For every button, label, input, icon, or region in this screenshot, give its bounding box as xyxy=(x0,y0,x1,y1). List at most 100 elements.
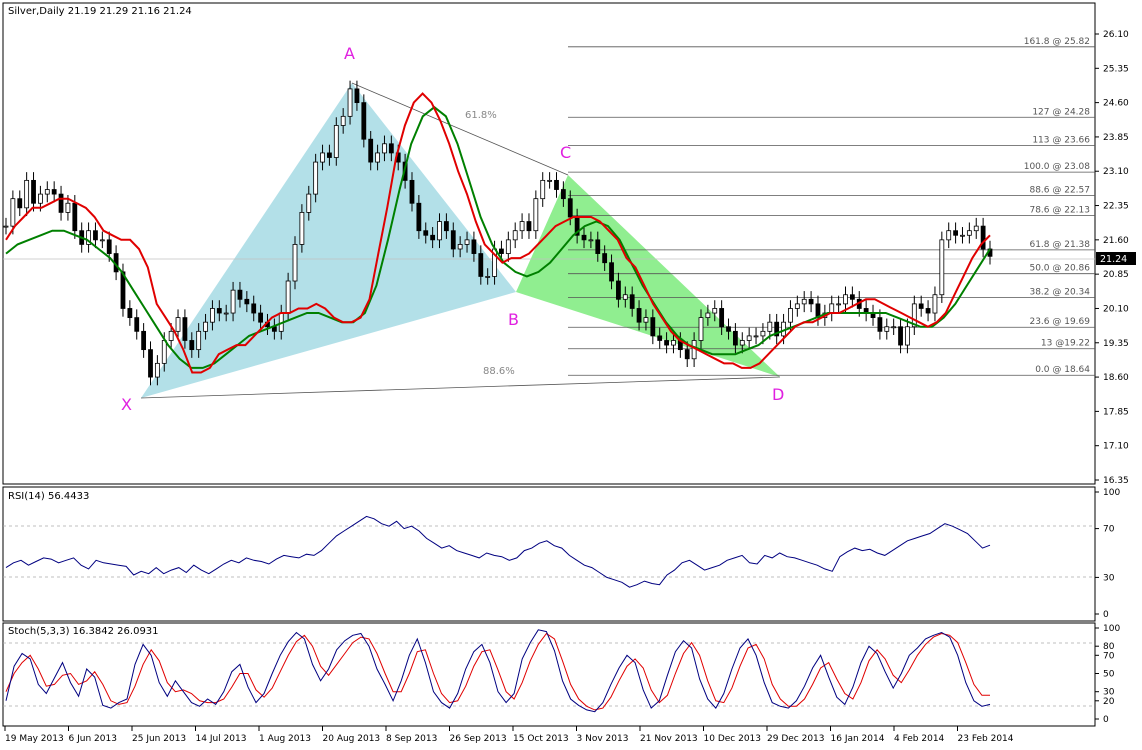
fib-label: 23.6 @ 19.69 xyxy=(1029,317,1090,327)
trading-chart[interactable]: 161.8 @ 25.82 127 @ 24.28 113 @ 23.66 100.0… xyxy=(0,0,1142,746)
date-label: 19 May 2013 xyxy=(5,734,64,744)
candle-body xyxy=(595,239,601,254)
candle-body xyxy=(182,317,188,341)
candle-body xyxy=(443,221,449,232)
candle-body xyxy=(361,102,367,140)
date-label: 6 Jun 2013 xyxy=(69,734,117,744)
candle-body xyxy=(99,239,105,242)
candle-body xyxy=(134,317,140,332)
price-tick-label: 25.35 xyxy=(1103,64,1129,74)
candle-body xyxy=(671,340,676,346)
point-label-a: A xyxy=(344,44,355,63)
price-tick-label: 21.60 xyxy=(1103,236,1129,246)
date-label: 21 Nov 2013 xyxy=(640,734,698,744)
date-label: 16 Jan 2014 xyxy=(831,734,885,744)
candle-body xyxy=(161,340,167,364)
candle-body xyxy=(127,308,133,319)
candle-body xyxy=(891,326,897,329)
candle-body xyxy=(31,179,36,204)
price-tick-label: 20.10 xyxy=(1103,304,1129,314)
price-tick-label: 16.35 xyxy=(1103,476,1129,486)
candle-body xyxy=(932,294,938,314)
candle-body xyxy=(141,330,147,351)
fib-label: 61.8 @ 21.38 xyxy=(1029,240,1090,250)
candle-body xyxy=(175,317,181,332)
candle-body xyxy=(478,253,484,277)
date-label: 3 Nov 2013 xyxy=(577,734,629,744)
candle-body xyxy=(581,234,587,241)
candle-body xyxy=(843,294,848,305)
candle-body xyxy=(554,179,559,190)
candle-body xyxy=(24,179,30,209)
candle-body xyxy=(154,362,160,378)
stoch-tick-label: 50 xyxy=(1103,670,1115,680)
price-tick-label: 23.85 xyxy=(1103,133,1129,143)
fib-label: 100.0 @ 23.08 xyxy=(1024,162,1091,172)
candle-body xyxy=(457,244,463,250)
candle-body xyxy=(10,198,16,227)
candle-body xyxy=(808,298,814,305)
candle-body xyxy=(382,143,387,154)
price-tick-label: 20.85 xyxy=(1103,270,1129,280)
candle-body xyxy=(829,303,835,314)
rsi-panel-frame xyxy=(2,486,1096,622)
candle-body xyxy=(196,330,202,351)
candle-body xyxy=(905,326,910,346)
candle-body xyxy=(464,239,470,245)
price-tick-label: 24.60 xyxy=(1103,99,1129,109)
fib-label: 0.0 @ 18.64 xyxy=(1035,365,1090,375)
candle-body xyxy=(540,179,546,200)
price-tick-label: 17.85 xyxy=(1103,407,1129,417)
date-label: 25 Jun 2013 xyxy=(132,734,186,744)
candle-body xyxy=(622,294,628,300)
candle-body xyxy=(732,330,738,346)
candle-body xyxy=(973,225,979,232)
candle-body xyxy=(753,335,759,338)
stoch-tick-label: 20 xyxy=(1103,697,1115,707)
candle-body xyxy=(409,179,415,204)
candle-body xyxy=(230,289,236,314)
candle-body xyxy=(547,179,553,182)
ratio-label-xd: 88.6% xyxy=(483,366,515,377)
candle-body xyxy=(836,303,842,306)
ratio-label-ac: 61.8% xyxy=(465,110,497,121)
candle-body xyxy=(560,189,566,200)
candle-body xyxy=(794,303,800,309)
candle-body xyxy=(368,138,374,163)
candle-body xyxy=(285,280,291,314)
candle-body xyxy=(918,303,924,309)
candle-body xyxy=(93,230,98,241)
date-label: 29 Dec 2013 xyxy=(767,734,825,744)
candle-body xyxy=(719,308,725,328)
candle-body xyxy=(485,276,491,278)
fib-label: 88.6 @ 22.57 xyxy=(1029,185,1090,195)
rsi-panel-header: RSI(14) 56.4433 xyxy=(8,491,89,502)
date-axis: 19 May 2013 6 Jun 2013 25 Jun 2013 14 Jul 2… xyxy=(4,726,1014,744)
date-label: 26 Sep 2013 xyxy=(450,734,507,744)
candle-body xyxy=(148,349,153,378)
stoch-panel-header: Stoch(5,3,3) 16.3842 26.0931 xyxy=(8,626,159,637)
candle-body xyxy=(953,230,958,236)
candle-body xyxy=(849,294,855,300)
candle-body xyxy=(375,152,380,163)
date-label: 10 Dec 2013 xyxy=(704,734,762,744)
point-label-d: D xyxy=(772,385,784,404)
candle-body xyxy=(106,239,112,254)
point-label-x: X xyxy=(121,395,132,414)
fib-label: 127 @ 24.28 xyxy=(1032,107,1090,117)
candle-body xyxy=(712,308,718,314)
candle-body xyxy=(244,298,250,305)
main-panel-header: Silver,Daily 21.19 21.29 21.16 21.24 xyxy=(8,6,192,17)
candle-body xyxy=(437,221,442,241)
rsi-tick-label: 100 xyxy=(1103,488,1120,498)
candle-body xyxy=(388,143,394,154)
candle-body xyxy=(650,317,656,337)
candle-body xyxy=(499,248,504,254)
candle-body xyxy=(767,321,773,332)
candle-body xyxy=(189,340,195,351)
candle-body xyxy=(739,340,745,346)
candle-body xyxy=(788,308,793,323)
candle-body xyxy=(237,289,243,300)
fib-label: 13 @19.22 xyxy=(1041,339,1090,349)
date-label: 1 Aug 2013 xyxy=(259,734,311,744)
